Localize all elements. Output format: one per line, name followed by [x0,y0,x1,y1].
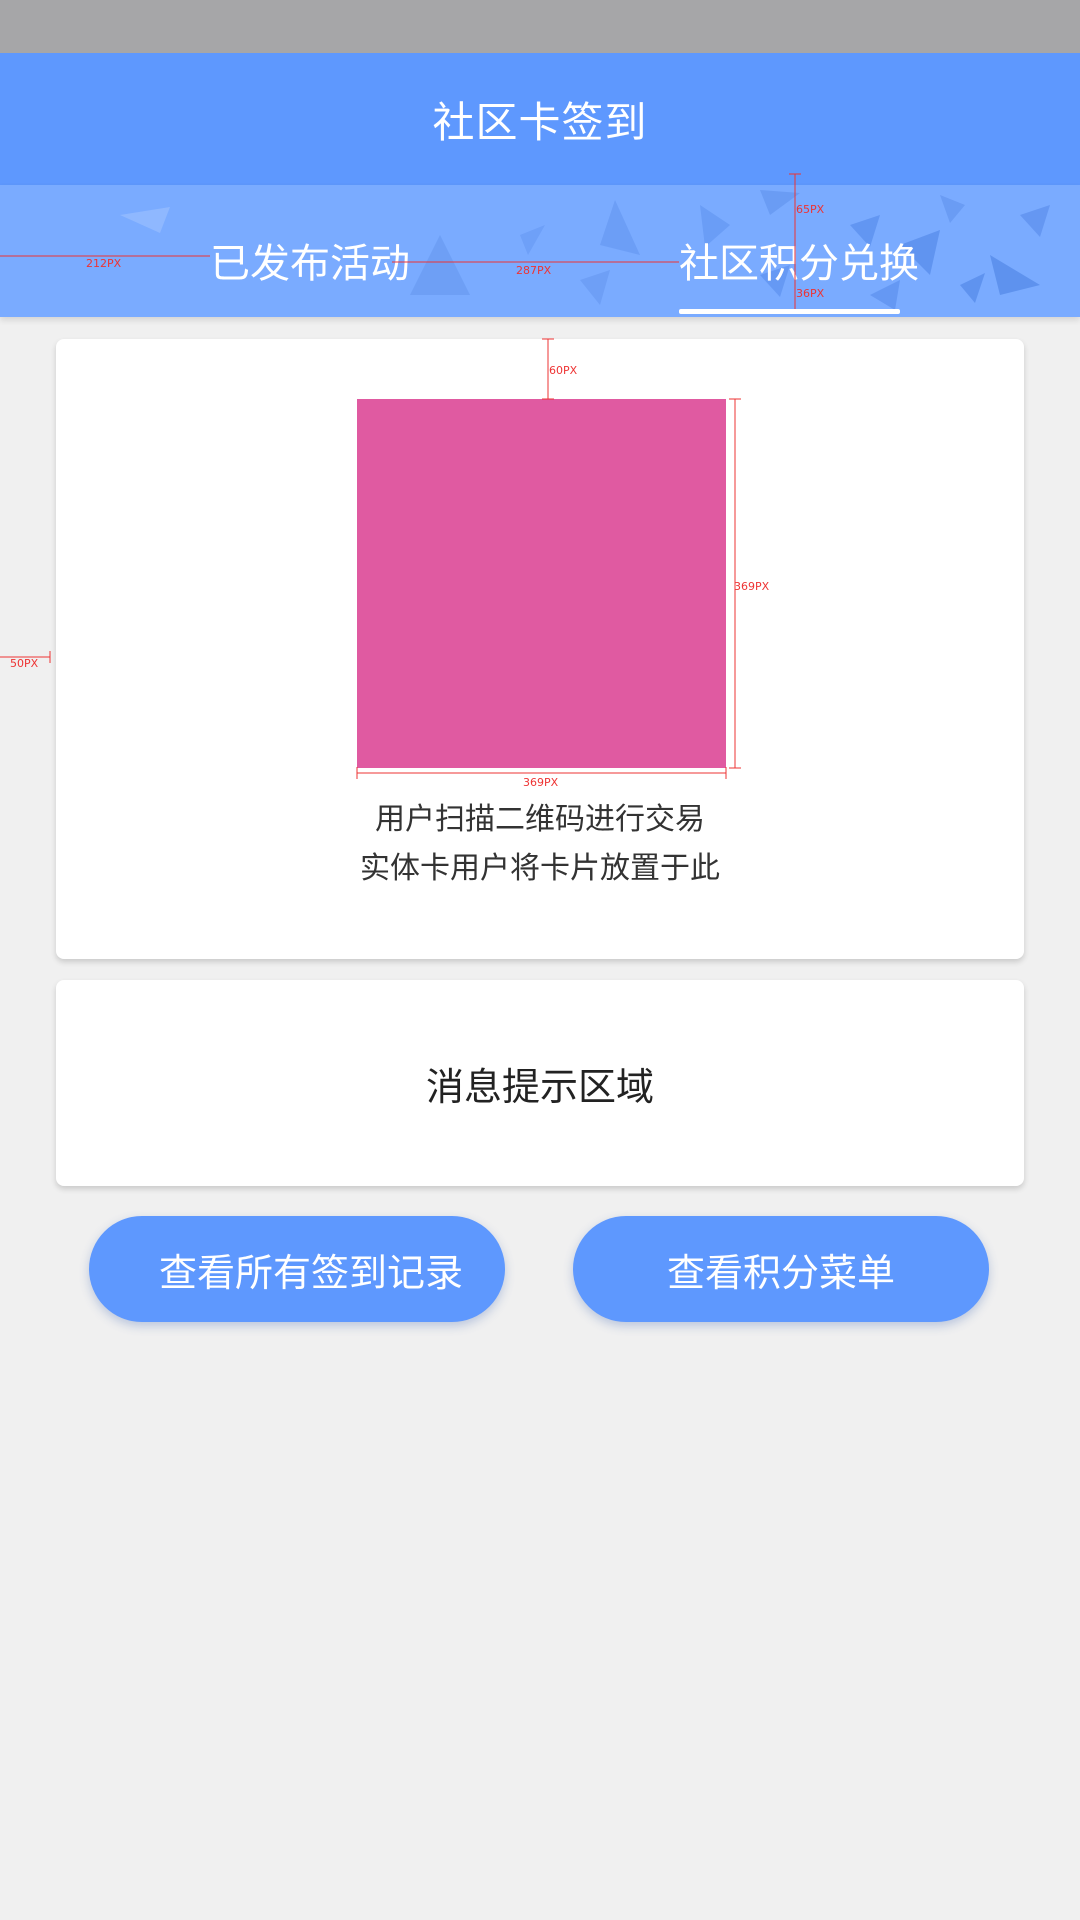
qr-code-placeholder [357,399,726,768]
view-all-records-button[interactable]: 查看所有签到记录 [89,1216,505,1322]
tab-bar: 已发布活动 社区积分兑换 [0,185,1080,317]
app-header: 社区卡签到 [0,53,1080,185]
tab-label: 社区积分兑换 [679,241,919,287]
tab-label: 已发布活动 [210,241,410,287]
status-bar [0,0,1080,53]
scan-hint-qr: 用户扫描二维码进行交易 [375,802,705,837]
scan-hint-card: 实体卡用户将卡片放置于此 [360,851,720,886]
annotation-label: 50PX [10,657,39,670]
tab-published-activities[interactable]: 已发布活动 [210,185,410,317]
scan-card: 用户扫描二维码进行交易 实体卡用户将卡片放置于此 [56,339,1024,959]
tab-points-exchange[interactable]: 社区积分兑换 [679,185,919,317]
page-title: 社区卡签到 [432,97,648,147]
message-text: 消息提示区域 [425,1064,654,1109]
view-points-menu-button[interactable]: 查看积分菜单 [573,1216,989,1322]
message-card: 消息提示区域 [56,980,1024,1186]
active-tab-indicator [679,309,900,314]
